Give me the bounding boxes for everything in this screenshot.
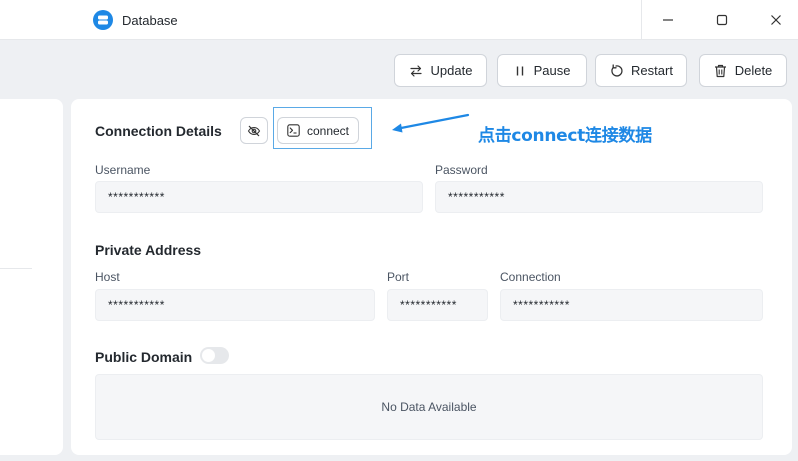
annotation-arrow-icon: [392, 113, 470, 133]
host-label: Host: [95, 270, 120, 284]
connect-button[interactable]: connect: [277, 117, 359, 144]
annotation-text: 点击connect连接数据: [478, 126, 652, 146]
public-domain-empty-state: No Data Available: [95, 374, 763, 440]
close-button[interactable]: [750, 0, 798, 40]
pause-button[interactable]: Pause: [497, 54, 587, 87]
maximize-button[interactable]: [696, 0, 748, 40]
toggle-visibility-button[interactable]: [240, 117, 268, 144]
connection-label: Connection: [500, 270, 561, 284]
pause-icon: [516, 66, 523, 75]
port-field[interactable]: ***********: [387, 289, 488, 321]
delete-button[interactable]: Delete: [699, 54, 787, 87]
maximize-icon: [716, 14, 728, 26]
empty-state-text: No Data Available: [381, 400, 477, 414]
delete-label: Delete: [734, 63, 773, 78]
trash-icon: [714, 64, 726, 77]
connection-field[interactable]: ***********: [500, 289, 763, 321]
restart-icon: [611, 63, 623, 76]
pause-label: Pause: [533, 63, 571, 78]
minimize-button[interactable]: [642, 0, 694, 40]
window-title: Database: [122, 13, 178, 28]
update-button[interactable]: Update: [394, 54, 487, 87]
password-label: Password: [435, 163, 488, 177]
password-field[interactable]: ***********: [435, 181, 763, 213]
terminal-icon: [287, 124, 300, 137]
minimize-icon: [663, 19, 673, 21]
connection-details-title: Connection Details: [95, 123, 222, 139]
host-field[interactable]: ***********: [95, 289, 375, 321]
private-address-title: Private Address: [95, 242, 202, 258]
close-icon: [771, 15, 781, 25]
port-label: Port: [387, 270, 410, 284]
public-domain-toggle[interactable]: [200, 347, 229, 364]
database-icon: [93, 10, 113, 30]
eye-off-icon: [247, 125, 261, 136]
restart-button[interactable]: Restart: [595, 54, 687, 87]
title-bar: Database: [0, 0, 798, 40]
username-field[interactable]: ***********: [95, 181, 423, 213]
connect-label: connect: [306, 123, 350, 138]
username-label: Username: [95, 163, 151, 177]
update-label: Update: [430, 63, 473, 78]
public-domain-title: Public Domain: [95, 349, 193, 365]
swap-icon: [409, 64, 422, 77]
left-panel-divider: [0, 268, 32, 269]
left-panel: [0, 99, 63, 455]
restart-label: Restart: [631, 63, 673, 78]
